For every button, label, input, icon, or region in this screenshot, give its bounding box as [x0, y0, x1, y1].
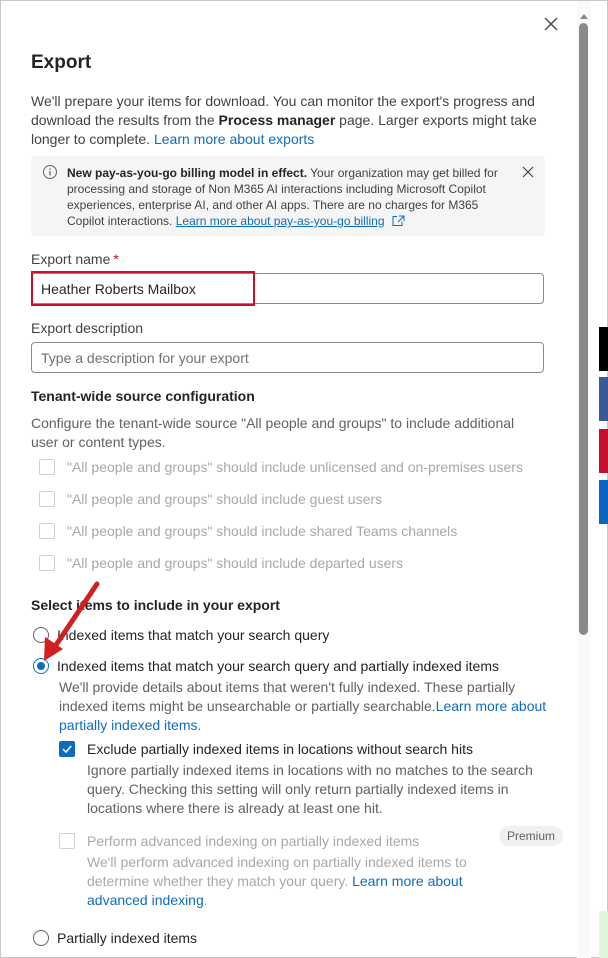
background-strip-black — [599, 327, 608, 371]
advanced-indexing-description: We'll perform advanced indexing on parti… — [87, 854, 467, 908]
export-name-label-text: Export name — [31, 251, 111, 267]
checkmark-icon — [62, 745, 72, 754]
banner-text: New pay-as-you-go billing model in effec… — [67, 165, 512, 229]
radio-indexed-items-label[interactable]: Indexed items that match your search que… — [57, 627, 329, 643]
checkbox-disabled — [39, 491, 55, 507]
tenant-option-label: "All people and groups" should include g… — [67, 491, 383, 507]
panel-title: Export — [31, 52, 92, 73]
premium-badge: Premium — [499, 826, 564, 846]
dismiss-banner-icon[interactable] — [521, 165, 535, 179]
tenant-config-description: Configure the tenant-wide source "All pe… — [31, 415, 515, 450]
checkbox-disabled — [39, 459, 55, 475]
required-mark: * — [113, 251, 119, 267]
radio-partially-indexed[interactable] — [33, 930, 49, 946]
exclude-partial-description: Ignore partially indexed items in locati… — [87, 762, 533, 816]
export-name-label: Export name * — [31, 251, 119, 267]
checkbox-disabled — [39, 555, 55, 571]
advanced-indexing-checkbox — [59, 833, 75, 849]
tenant-config-title: Tenant-wide source configuration — [31, 388, 255, 404]
radio-partially-indexed-label[interactable]: Partially indexed items — [57, 930, 197, 946]
scrollbar-thumb[interactable] — [579, 23, 588, 635]
background-strip-lightblue — [599, 480, 608, 524]
tenant-option-label: "All people and groups" should include s… — [67, 523, 458, 539]
intro-text: We'll prepare your items for download. Y… — [31, 92, 551, 149]
process-manager-text: Process manager — [218, 112, 336, 128]
radio-indexed-and-partial[interactable] — [33, 658, 49, 674]
close-icon[interactable] — [541, 14, 561, 34]
annotation-highlight-box — [31, 271, 255, 306]
external-link-icon — [392, 215, 405, 226]
exclude-partial-label[interactable]: Exclude partially indexed items in locat… — [87, 741, 473, 757]
background-strip-blue — [599, 377, 608, 421]
background-strip-red — [599, 429, 608, 473]
export-panel: Export We'll prepare your items for down… — [0, 0, 608, 958]
select-items-title: Select items to include in your export — [31, 597, 280, 613]
tenant-option-label: "All people and groups" should include d… — [67, 555, 404, 571]
exclude-partial-checkbox[interactable] — [59, 741, 75, 757]
payg-billing-link[interactable]: Learn more about pay-as-you-go billing — [176, 214, 405, 228]
export-description-label: Export description — [31, 320, 144, 336]
radio-indexed-items[interactable] — [33, 627, 49, 643]
advanced-indexing-label: Perform advanced indexing on partially i… — [87, 833, 420, 849]
info-icon — [42, 164, 58, 180]
billing-banner: New pay-as-you-go billing model in effec… — [31, 156, 545, 236]
export-description-placeholder: Type a description for your export — [41, 350, 249, 366]
background-strip-green — [599, 911, 608, 958]
indexed-and-partial-description: We'll provide details about items that w… — [59, 679, 547, 733]
banner-bold-text: New pay-as-you-go billing model in effec… — [67, 166, 308, 180]
learn-more-exports-link[interactable]: Learn more about exports — [154, 131, 314, 147]
tenant-option-label: "All people and groups" should include u… — [67, 459, 523, 475]
radio-indexed-and-partial-label[interactable]: Indexed items that match your search que… — [57, 658, 499, 674]
scroll-up-arrow-icon[interactable] — [579, 7, 589, 19]
checkbox-disabled — [39, 523, 55, 539]
export-description-field[interactable]: Type a description for your export — [31, 342, 544, 373]
payg-billing-link-label: Learn more about pay-as-you-go billing — [175, 214, 385, 228]
